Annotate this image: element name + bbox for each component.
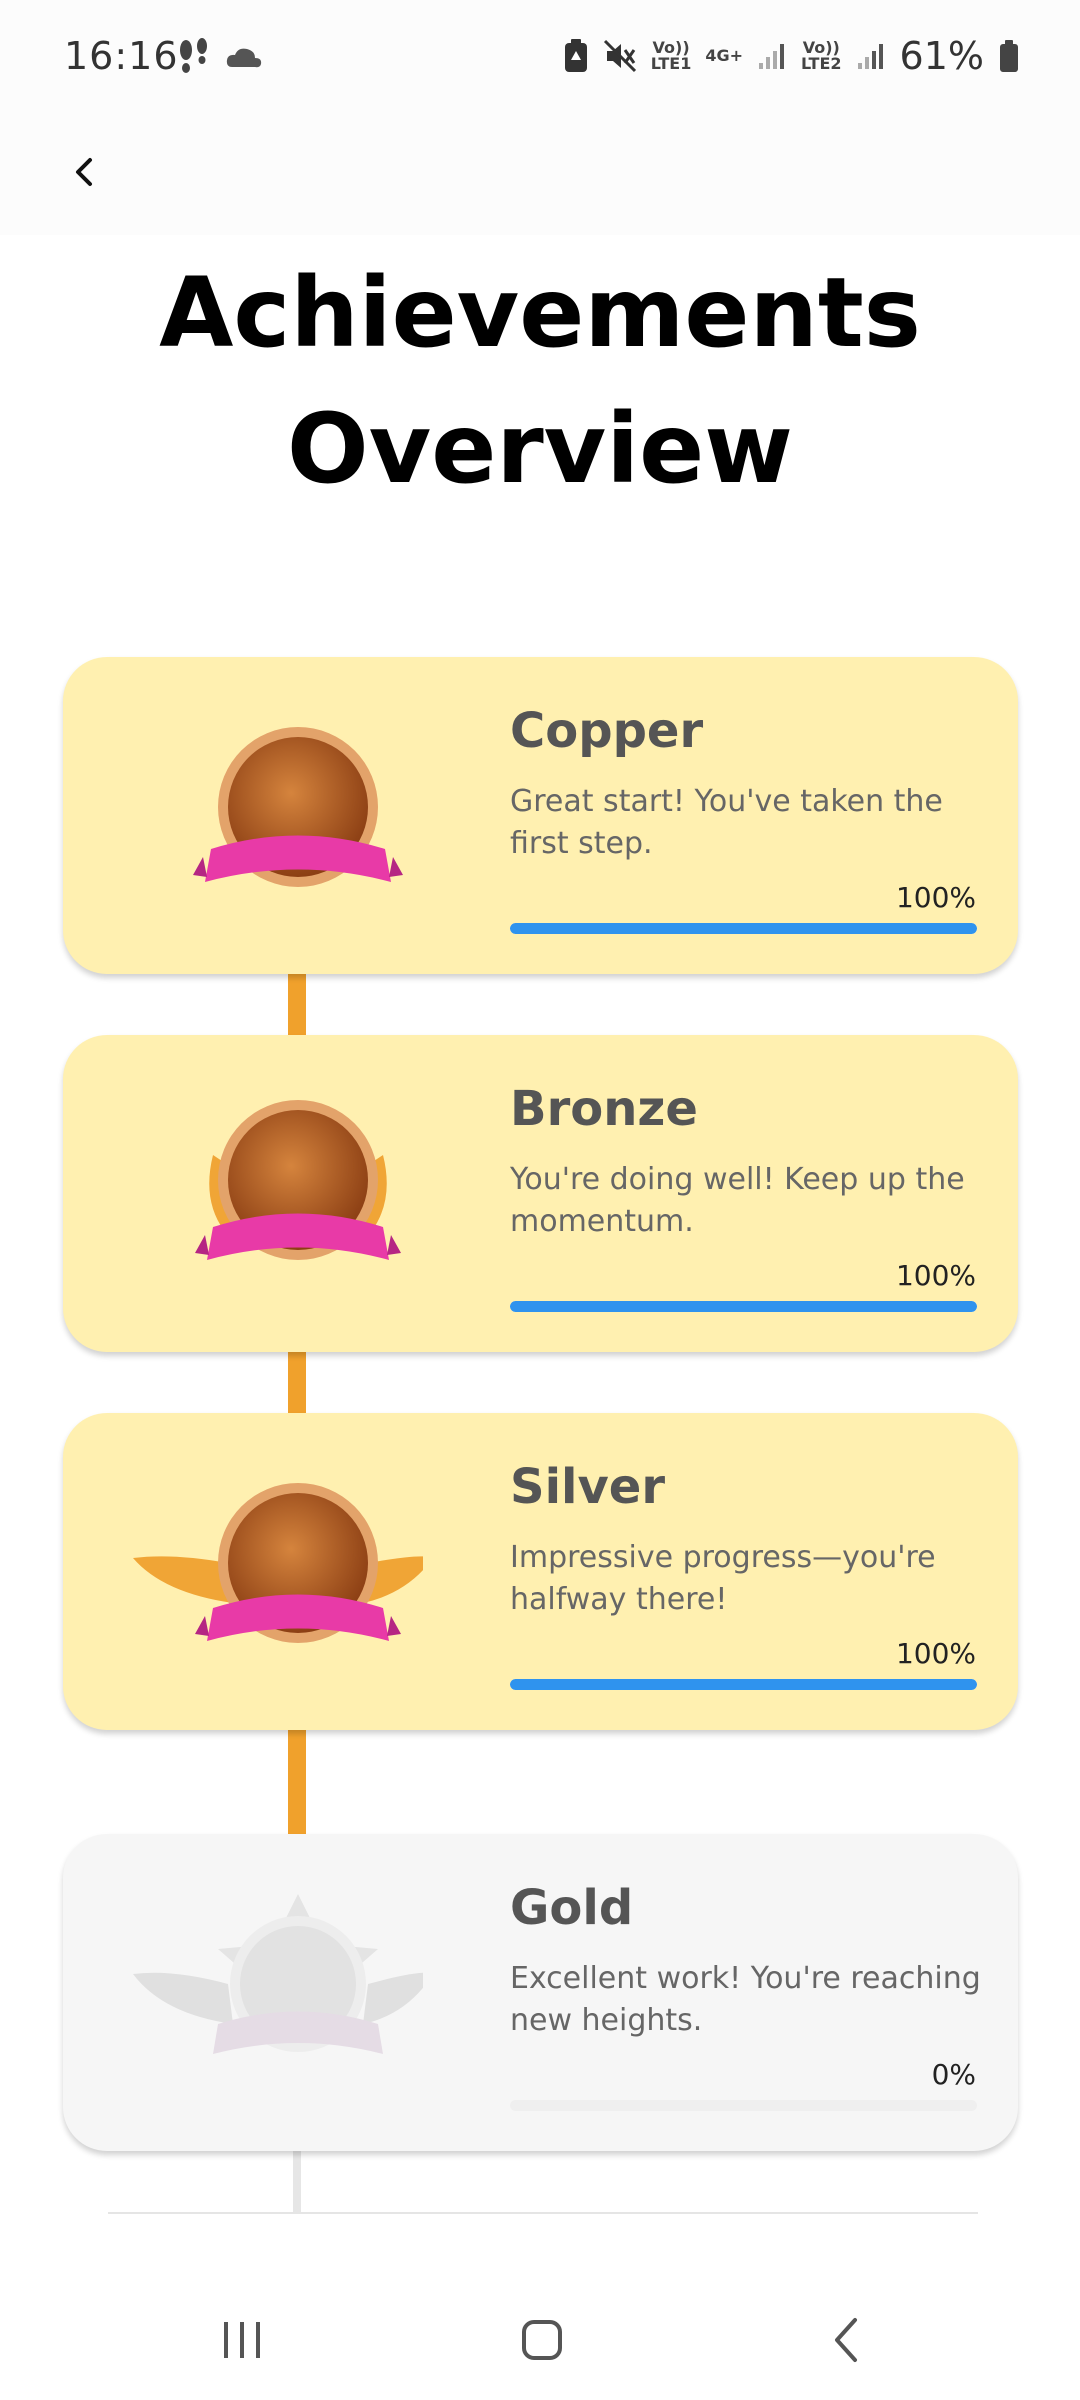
card-description: Excellent work! You're reaching new heig…: [510, 1961, 981, 2038]
battery-icon: [1000, 40, 1018, 72]
bronze-medal-icon: [195, 1100, 401, 1260]
card-description: Great start! You've taken the first step…: [510, 784, 943, 861]
progress-percent: 100%: [895, 881, 976, 914]
divider: [108, 2212, 978, 2214]
sim2-label: Vo)) LTE2: [801, 38, 842, 73]
home-button[interactable]: [482, 2300, 602, 2380]
signal-icon: [759, 44, 784, 69]
home-icon: [522, 2320, 562, 2360]
progress-fill: [510, 923, 977, 934]
progress-percent: 0%: [931, 2058, 976, 2091]
back-icon: [835, 2318, 857, 2362]
timeline-connector: [293, 2148, 301, 2212]
status-left-icons: [176, 38, 264, 78]
achievement-card-gold[interactable]: Gold Excellent work! You're reaching new…: [63, 1834, 1018, 2151]
card-title: Copper: [510, 703, 704, 759]
status-bar: 16:16 Vo)) LTE1 4G+ Vo)) LTE2 61%: [0, 0, 1080, 120]
progress-fill: [510, 1301, 977, 1312]
achievement-card-silver[interactable]: Silver Impressive progress—you're halfwa…: [63, 1413, 1018, 1730]
progress-bar: [510, 1679, 977, 1690]
page-title-line2: Overview: [287, 393, 793, 505]
status-time: 16:16: [64, 34, 179, 78]
recent-apps-icon: [224, 2322, 260, 2358]
progress-fill: [510, 1679, 977, 1690]
weather-icon: [226, 48, 262, 68]
nav-back-button[interactable]: [786, 2300, 906, 2380]
mute-icon: [603, 39, 636, 73]
silver-medal-icon: [133, 1483, 423, 1643]
progress-bar: [510, 1301, 977, 1312]
battery-percent: 61%: [899, 34, 984, 78]
card-description: Impressive progress—you're halfway there…: [510, 1540, 936, 1617]
achievement-card-copper[interactable]: Copper Great start! You've taken the fir…: [63, 657, 1018, 974]
timeline-connector: [288, 1348, 306, 1418]
app-bar: [0, 120, 1080, 235]
status-right-icons: Vo)) LTE1 4G+ Vo)) LTE2 61%: [563, 34, 1020, 78]
chevron-left-icon: [76, 158, 92, 186]
progress-bar: [510, 2100, 977, 2111]
timeline-connector: [288, 970, 306, 1040]
progress-percent: 100%: [895, 1259, 976, 1292]
card-title: Bronze: [510, 1081, 698, 1137]
achievement-card-bronze[interactable]: Bronze You're doing well! Keep up the mo…: [63, 1035, 1018, 1352]
back-button[interactable]: [54, 142, 114, 202]
battery-saver-icon: [564, 39, 587, 72]
network-label: 4G+: [705, 46, 743, 65]
recent-apps-button[interactable]: [182, 2300, 302, 2380]
card-description: You're doing well! Keep up the momentum.: [510, 1162, 965, 1239]
progress-percent: 100%: [895, 1637, 976, 1670]
steps-icon: [180, 38, 207, 73]
card-title: Gold: [510, 1880, 634, 1936]
page-title: Achievements Overview: [0, 245, 1080, 517]
timeline-connector: [288, 1726, 306, 1836]
page-title-line1: Achievements: [159, 257, 921, 369]
signal-icon: [857, 44, 883, 69]
sim1-label: Vo)) LTE1: [650, 38, 692, 73]
system-nav-bar: [0, 2280, 1080, 2400]
copper-medal-icon: [193, 727, 403, 887]
card-title: Silver: [510, 1459, 665, 1515]
gold-medal-icon: [133, 1894, 423, 2054]
progress-bar: [510, 923, 977, 934]
